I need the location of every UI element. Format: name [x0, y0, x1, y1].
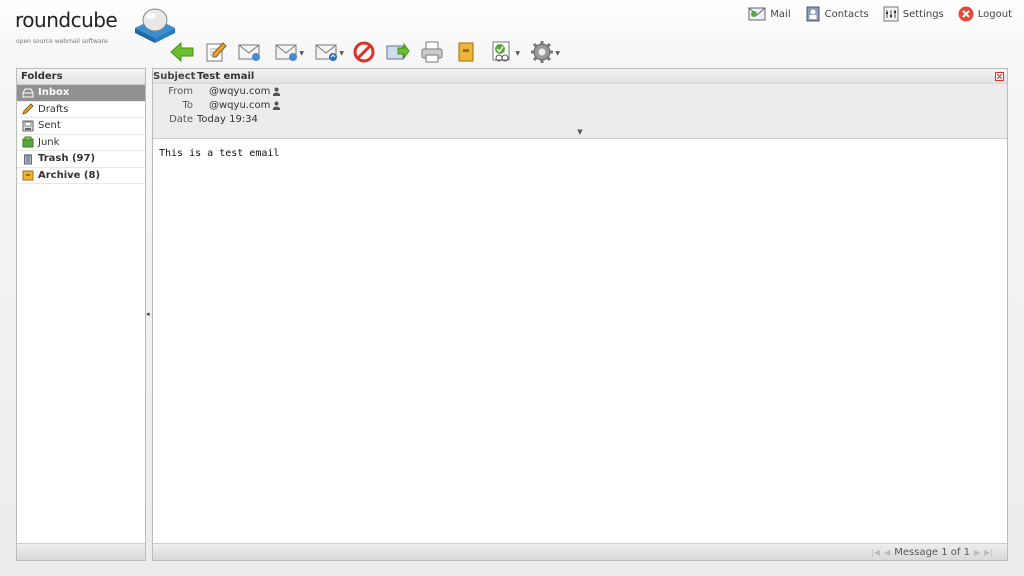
more-dropdown-icon[interactable]: ▼: [555, 50, 560, 57]
headers-toggle-chevron-icon[interactable]: ▼: [153, 126, 1007, 138]
message-headers: Subject Test email From @wqyu.com To @wq…: [153, 69, 1007, 139]
next-page-icon[interactable]: ▶: [974, 548, 980, 557]
subject-label: Subject: [153, 70, 196, 82]
first-page-icon[interactable]: |◀: [871, 548, 880, 557]
archive-button[interactable]: [452, 39, 480, 65]
pager-text: Message 1 of 1: [894, 546, 970, 558]
logo-wordmark: roundcube: [15, 8, 118, 32]
folder-archive[interactable]: Archive (8): [17, 168, 145, 184]
header-subject-row: Subject Test email: [153, 69, 1007, 84]
add-contact-icon[interactable]: [272, 87, 281, 96]
roundcube-logo: roundcube open source webmail software: [15, 8, 175, 48]
folder-drafts-label: Drafts: [38, 103, 69, 115]
inbox-icon: [22, 88, 34, 98]
folder-drafts[interactable]: Drafts: [17, 102, 145, 118]
contacts-icon: [806, 6, 820, 22]
message-body: This is a test email: [159, 148, 280, 159]
date-value: Today 19:34: [197, 113, 258, 125]
reply-all-icon: [275, 44, 297, 61]
folder-sent-label: Sent: [38, 120, 61, 132]
from-address: @wqyu.com: [209, 85, 271, 97]
top-navigation: Mail Contacts Settings Logout: [748, 6, 1012, 22]
move-icon: [386, 42, 410, 60]
to-label: To: [182, 99, 193, 111]
date-label: Date: [169, 113, 193, 125]
last-page-icon[interactable]: ▶|: [984, 548, 993, 557]
delete-icon: [353, 41, 375, 63]
folder-trash[interactable]: Trash (97): [17, 151, 145, 168]
folders-panel: Folders Inbox Drafts Sent Junk Trash (97…: [16, 68, 146, 561]
nav-contacts[interactable]: Contacts: [805, 6, 869, 22]
panel-splitter-handle[interactable]: ◂: [146, 310, 150, 318]
close-message-icon[interactable]: [995, 72, 1004, 81]
forward-dropdown-icon[interactable]: ▼: [339, 50, 344, 57]
header-from-row: From @wqyu.com: [153, 84, 1007, 98]
junk-icon: [22, 136, 34, 148]
folder-junk[interactable]: Junk: [17, 135, 145, 151]
sent-icon: [22, 120, 34, 132]
delete-button[interactable]: [350, 39, 378, 65]
reply-all-button[interactable]: ▼: [270, 39, 304, 65]
nav-contacts-label: Contacts: [824, 8, 869, 20]
trash-icon: [24, 153, 32, 165]
drafts-icon: [22, 103, 34, 116]
settings-icon: [883, 6, 899, 22]
logout-icon: [958, 6, 974, 22]
header-date-row: Date Today 19:34: [153, 112, 1007, 126]
folders-title: Folders: [17, 69, 145, 85]
prev-page-icon[interactable]: ◀: [884, 548, 890, 557]
to-address: @wqyu.com: [209, 99, 271, 111]
more-button[interactable]: ▼: [526, 39, 560, 65]
nav-settings[interactable]: Settings: [883, 6, 944, 22]
add-contact-icon[interactable]: [272, 101, 281, 110]
compose-icon: [206, 42, 227, 62]
message-footer: |◀ ◀ Message 1 of 1 ▶ ▶|: [153, 543, 1007, 560]
folders-footer: [17, 543, 145, 560]
folder-trash-label: Trash (97): [38, 153, 96, 165]
mark-dropdown-icon[interactable]: ▼: [515, 50, 520, 57]
message-view: Subject Test email From @wqyu.com To @wq…: [152, 68, 1008, 561]
forward-icon: [315, 44, 337, 61]
from-label: From: [168, 85, 193, 97]
mark-button[interactable]: ▼: [486, 39, 520, 65]
folder-sent[interactable]: Sent: [17, 118, 145, 135]
mail-icon: [748, 7, 766, 21]
folder-archive-label: Archive (8): [38, 169, 101, 181]
folder-inbox[interactable]: Inbox: [17, 85, 145, 102]
forward-button[interactable]: ▼: [310, 39, 344, 65]
reply-icon: [238, 44, 260, 61]
header-to-row: To @wqyu.com: [153, 98, 1007, 112]
nav-logout[interactable]: Logout: [958, 6, 1012, 22]
reply-button[interactable]: [236, 39, 264, 65]
archive-folder-icon: [22, 170, 34, 181]
print-button[interactable]: [418, 39, 446, 65]
nav-logout-label: Logout: [977, 8, 1012, 20]
nav-settings-label: Settings: [902, 8, 944, 20]
folder-inbox-label: Inbox: [38, 87, 70, 99]
more-gear-icon: [531, 41, 553, 63]
folder-junk-label: Junk: [38, 136, 60, 148]
logo-tagline: open source webmail software: [16, 38, 108, 45]
to-value[interactable]: @wqyu.com: [197, 100, 281, 111]
nav-mail[interactable]: Mail: [748, 6, 791, 22]
move-button[interactable]: [384, 39, 412, 65]
nav-mail-label: Mail: [770, 8, 791, 20]
mark-icon: [492, 41, 510, 62]
back-button[interactable]: [168, 39, 196, 65]
from-value[interactable]: @wqyu.com: [197, 86, 281, 97]
back-arrow-icon: [170, 42, 194, 62]
reply-all-dropdown-icon[interactable]: ▼: [299, 50, 304, 57]
print-icon: [421, 41, 443, 63]
subject-value: Test email: [197, 70, 255, 82]
message-toolbar: ▼ ▼ ▼ ▼: [168, 38, 560, 66]
compose-button[interactable]: [202, 39, 230, 65]
archive-icon: [458, 42, 474, 62]
